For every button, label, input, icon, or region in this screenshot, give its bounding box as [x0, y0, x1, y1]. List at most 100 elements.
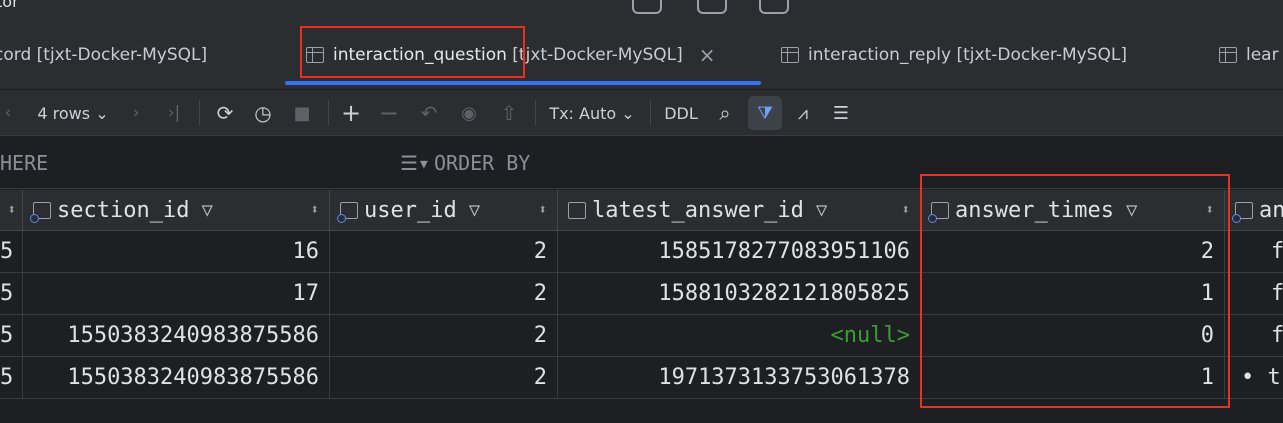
cell-answer-times[interactable]: 0: [921, 315, 1225, 357]
next-page-icon[interactable]: ›: [124, 90, 148, 136]
tab-label: cord: [0, 45, 32, 65]
filter-icon[interactable]: ▽: [816, 199, 827, 221]
chevron-down-icon: ⌄: [95, 103, 109, 123]
column-header-an[interactable]: an: [1225, 190, 1283, 231]
column-name: an: [1259, 197, 1283, 223]
cell-latest-answer-id[interactable]: 1588103282121805825: [558, 273, 921, 315]
column-header-section-id[interactable]: section_id ▽ ⬍: [23, 190, 330, 231]
window-icon[interactable]: [759, 0, 789, 14]
cell-answer-times[interactable]: 2: [921, 231, 1225, 273]
tab-source: [tjxt-Docker-MySQL]: [36, 45, 208, 65]
tab-record[interactable]: cord [tjxt-Docker-MySQL]: [0, 20, 207, 90]
tab-learning[interactable]: lear: [1219, 20, 1279, 90]
refresh-icon[interactable]: ⟳: [210, 90, 240, 136]
stop-icon[interactable]: ■: [288, 90, 316, 136]
cell-user-id[interactable]: 2: [330, 357, 558, 399]
cell-latest-answer-id[interactable]: 1971373133753061378: [558, 357, 921, 399]
active-tab-indicator: [285, 81, 761, 85]
close-icon[interactable]: ×: [699, 43, 716, 67]
delete-row-icon[interactable]: −: [376, 90, 402, 136]
table-icon: [781, 47, 799, 63]
tab-label: interaction_question: [333, 45, 507, 65]
window-title: tor: [0, 0, 19, 11]
tool-icon[interactable]: [697, 0, 727, 14]
order-by-filter[interactable]: ORDER BY: [434, 151, 530, 175]
ddl-button[interactable]: DDL: [660, 90, 702, 136]
tx-mode-label: Tx: Auto: [549, 103, 617, 123]
tab-label: interaction_reply: [808, 45, 952, 65]
table-row[interactable]: 5 1550383240983875586 2 1971373133753061…: [0, 357, 1283, 399]
index-column-icon: [1232, 201, 1253, 223]
cell-section-id[interactable]: 1550383240983875586: [23, 357, 330, 399]
filter-icon[interactable]: ▽: [469, 199, 480, 221]
cell-section-id[interactable]: 16: [23, 231, 330, 273]
editor-tab-bar: cord [tjxt-Docker-MySQL] interaction_que…: [0, 20, 1283, 90]
sort-icon[interactable]: ⬍: [539, 202, 547, 218]
tab-interaction-reply[interactable]: interaction_reply [tjxt-Docker-MySQL]: [781, 20, 1127, 90]
sort-icon[interactable]: ⬍: [1206, 202, 1214, 218]
cell-user-id[interactable]: 2: [330, 315, 558, 357]
cell-latest-answer-id-null[interactable]: <null>: [558, 315, 921, 357]
rows-count: 4 rows: [37, 103, 91, 123]
preview-changes-icon[interactable]: ◉: [453, 90, 485, 136]
tab-interaction-question[interactable]: interaction_question [tjxt-Docker-MySQL]…: [306, 20, 716, 90]
data-toolbar: ‹ 4 rows ⌄ › ›| ⟳ ◷ ■ + − ↶ ◉ ⇧ Tx: Auto…: [0, 90, 1283, 136]
cell-answer-times[interactable]: 1: [921, 357, 1225, 399]
index-column-icon: [928, 201, 949, 223]
cell[interactable]: 5: [0, 231, 23, 273]
cell-latest-answer-id[interactable]: 1585178277083951106: [558, 231, 921, 273]
database-icon[interactable]: [632, 0, 662, 14]
filter-icon[interactable]: ▽: [1126, 199, 1137, 221]
sort-icon[interactable]: ⬍: [902, 202, 910, 218]
cell-section-id[interactable]: 17: [23, 273, 330, 315]
chart-icon[interactable]: ⩘: [788, 90, 818, 136]
cell-an[interactable]: f: [1225, 231, 1283, 273]
cell-section-id[interactable]: 1550383240983875586: [23, 315, 330, 357]
previous-page-icon[interactable]: ‹: [0, 90, 16, 136]
tab-source: [tjxt-Docker-MySQL]: [512, 45, 683, 65]
chevron-down-icon: ⌄: [621, 103, 635, 123]
table-icon: [1219, 47, 1237, 63]
column-header-user-id[interactable]: user_id ▽ ⬍: [330, 190, 558, 231]
table-row[interactable]: 5 1550383240983875586 2 <null> 0 f: [0, 315, 1283, 357]
cell-an[interactable]: f: [1225, 273, 1283, 315]
index-column-icon: [337, 201, 358, 223]
sort-icon[interactable]: ⬍: [311, 202, 319, 218]
filter-icon[interactable]: ▽: [201, 199, 212, 221]
title-bar: tor: [0, 0, 1283, 20]
column-header-answer-times[interactable]: answer_times ▽ ⬍: [921, 190, 1225, 231]
cell-user-id[interactable]: 2: [330, 273, 558, 315]
where-filter[interactable]: HERE: [0, 151, 48, 175]
cell-answer-times[interactable]: 1: [921, 273, 1225, 315]
tx-mode-selector[interactable]: Tx: Auto ⌄: [545, 90, 639, 136]
search-icon[interactable]: ⌕: [710, 90, 740, 136]
cell[interactable]: 5: [0, 273, 23, 315]
filter-bar: HERE ☰▾ ORDER BY: [0, 137, 1283, 189]
table-row[interactable]: 5 17 2 1588103282121805825 1 f: [0, 273, 1283, 315]
cell[interactable]: 5: [0, 357, 23, 399]
tab-label: lear: [1246, 45, 1279, 65]
history-icon[interactable]: ◷: [248, 90, 278, 136]
submit-icon[interactable]: ⇧: [495, 90, 523, 136]
cell[interactable]: 5: [0, 315, 23, 357]
column-name: user_id: [364, 197, 457, 223]
order-by-icon: ☰▾: [400, 151, 430, 175]
filter-view-icon[interactable]: ⧩: [748, 96, 782, 130]
cell-an[interactable]: • t: [1225, 357, 1283, 399]
column-name: section_id: [57, 197, 190, 223]
tab-source: [tjxt-Docker-MySQL]: [956, 45, 1127, 65]
rows-selector[interactable]: 4 rows ⌄: [30, 90, 116, 136]
index-column-icon: [30, 201, 51, 223]
column-icon: [568, 201, 586, 219]
columns-icon[interactable]: ☰: [826, 90, 856, 136]
table-icon: [306, 47, 324, 63]
cell-an[interactable]: f: [1225, 315, 1283, 357]
column-header[interactable]: ⬍: [0, 190, 23, 231]
column-header-latest-answer-id[interactable]: latest_answer_id ▽ ⬍: [558, 190, 921, 231]
table-row[interactable]: 5 16 2 1585178277083951106 2 f: [0, 231, 1283, 273]
cell-user-id[interactable]: 2: [330, 231, 558, 273]
last-page-icon[interactable]: ›|: [160, 90, 188, 136]
sort-icon[interactable]: ⬍: [8, 202, 16, 218]
revert-icon[interactable]: ↶: [415, 90, 443, 136]
add-row-icon[interactable]: +: [338, 90, 364, 136]
